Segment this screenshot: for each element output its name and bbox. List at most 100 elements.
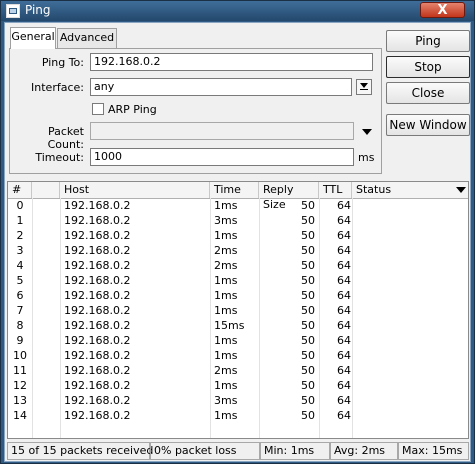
col-header-host[interactable]: Host: [60, 182, 210, 198]
cell-status: [356, 334, 452, 349]
cell-ttl: 64: [337, 214, 351, 227]
table-row[interactable]: 12 192.168.0.2 1ms 50 64: [8, 379, 468, 394]
table-row[interactable]: 11 192.168.0.2 2ms 50 64: [8, 364, 468, 379]
col-header-flags[interactable]: [32, 182, 60, 198]
col-header-ttl[interactable]: TTL: [319, 182, 352, 198]
window-client-area: General Advanced Ping To: 192.168.0.2 In…: [4, 22, 471, 462]
ping-button[interactable]: Ping: [386, 30, 470, 52]
cell-status: [356, 394, 452, 409]
cell-index: 11: [13, 364, 27, 377]
table-row[interactable]: 6 192.168.0.2 1ms 50 64: [8, 289, 468, 304]
col-header-status[interactable]: Status: [352, 182, 452, 198]
window-app-icon: [6, 4, 20, 18]
arp-ping-label: ARP Ping: [108, 103, 157, 116]
stop-button[interactable]: Stop: [386, 56, 470, 78]
tab-general[interactable]: General: [10, 27, 56, 49]
cell-ttl: 64: [337, 379, 351, 392]
status-packet-loss: 0% packet loss: [150, 442, 260, 460]
table-row[interactable]: 3 192.168.0.2 2ms 50 64: [8, 244, 468, 259]
cell-host: 192.168.0.2: [64, 394, 131, 407]
table-row[interactable]: 10 192.168.0.2 1ms 50 64: [8, 349, 468, 364]
col-header-time[interactable]: Time: [210, 182, 259, 198]
cell-time: 1ms: [214, 304, 238, 317]
cell-host: 192.168.0.2: [64, 289, 131, 302]
timeout-unit: ms: [358, 151, 375, 164]
arp-ping-checkbox[interactable]: [92, 103, 104, 115]
table-header: # Host Time Reply Size TTL Status: [8, 182, 468, 211]
cell-status: [356, 229, 452, 244]
cell-ttl: 64: [337, 259, 351, 272]
cell-index: 14: [13, 409, 27, 422]
col-header-reply-size[interactable]: Reply Size: [259, 182, 319, 211]
col-header-index[interactable]: #: [8, 182, 32, 198]
cell-status: [356, 304, 452, 319]
status-avg: Avg: 2ms: [330, 442, 398, 460]
packet-count-dropdown-icon[interactable]: [362, 129, 372, 135]
cell-host: 192.168.0.2: [64, 319, 131, 332]
table-row[interactable]: 9 192.168.0.2 1ms 50 64: [8, 334, 468, 349]
cell-ttl: 64: [337, 304, 351, 317]
table-row[interactable]: 14 192.168.0.2 1ms 50 64: [8, 409, 468, 424]
table-row[interactable]: 2 192.168.0.2 1ms 50 64: [8, 229, 468, 244]
cell-ttl: 64: [337, 319, 351, 332]
cell-status: [356, 319, 452, 334]
cell-index: 6: [16, 289, 24, 302]
table-row[interactable]: 5 192.168.0.2 1ms 50 64: [8, 274, 468, 289]
ping-to-input[interactable]: 192.168.0.2: [90, 53, 373, 71]
cell-index: 2: [16, 229, 24, 242]
table-row[interactable]: 7 192.168.0.2 1ms 50 64: [8, 304, 468, 319]
tab-advanced[interactable]: Advanced: [57, 28, 117, 48]
timeout-input[interactable]: 1000: [90, 148, 354, 166]
window-close-button[interactable]: X: [420, 2, 465, 18]
cell-host: 192.168.0.2: [64, 199, 131, 212]
results-table: # Host Time Reply Size TTL Status 0 192.1…: [7, 181, 469, 439]
cell-reply-size: 50: [301, 379, 315, 392]
cell-reply-size: 50: [301, 199, 315, 212]
cell-reply-size: 50: [301, 334, 315, 347]
cell-ttl: 64: [337, 229, 351, 242]
cell-ttl: 64: [337, 409, 351, 422]
cell-status: [356, 409, 452, 424]
table-row[interactable]: 1 192.168.0.2 3ms 50 64: [8, 214, 468, 229]
cell-time: 1ms: [214, 289, 238, 302]
cell-status: [356, 349, 452, 364]
cell-status: [356, 274, 452, 289]
cell-ttl: 64: [337, 334, 351, 347]
interface-select[interactable]: any: [90, 78, 352, 96]
cell-reply-size: 50: [301, 394, 315, 407]
table-row[interactable]: 8 192.168.0.2 15ms 50 64: [8, 319, 468, 334]
new-window-button[interactable]: New Window: [386, 114, 470, 136]
table-row[interactable]: 13 192.168.0.2 3ms 50 64: [8, 394, 468, 409]
general-panel: Ping To: 192.168.0.2 Interface: any ARP …: [9, 48, 382, 174]
cell-ttl: 64: [337, 364, 351, 377]
cell-reply-size: 50: [301, 274, 315, 287]
cell-host: 192.168.0.2: [64, 214, 131, 227]
cell-ttl: 64: [337, 289, 351, 302]
ping-to-label: Ping To:: [41, 56, 84, 69]
columns-menu-icon[interactable]: [456, 187, 466, 193]
close-button[interactable]: Close: [386, 82, 470, 104]
cell-time: 1ms: [214, 199, 238, 212]
cell-host: 192.168.0.2: [64, 409, 131, 422]
cell-index: 1: [16, 214, 24, 227]
table-row[interactable]: 0 192.168.0.2 1ms 50 64: [8, 199, 468, 214]
title-bar[interactable]: Ping X: [1, 1, 474, 21]
cell-reply-size: 50: [301, 289, 315, 302]
cell-host: 192.168.0.2: [64, 349, 131, 362]
cell-ttl: 64: [337, 274, 351, 287]
cell-index: 9: [16, 334, 24, 347]
cell-time: 1ms: [214, 229, 238, 242]
cell-ttl: 64: [337, 199, 351, 212]
cell-ttl: 64: [337, 244, 351, 257]
interface-dropdown-button[interactable]: [356, 79, 372, 95]
status-min: Min: 1ms: [260, 442, 330, 460]
cell-status: [356, 379, 452, 394]
cell-index: 10: [13, 349, 27, 362]
packet-count-input[interactable]: [90, 122, 354, 140]
cell-reply-size: 50: [301, 214, 315, 227]
ping-window: Ping X General Advanced Ping To: 192.168…: [0, 0, 475, 464]
cell-reply-size: 50: [301, 409, 315, 422]
table-row[interactable]: 4 192.168.0.2 2ms 50 64: [8, 259, 468, 274]
cell-host: 192.168.0.2: [64, 364, 131, 377]
cell-index: 3: [16, 244, 24, 257]
